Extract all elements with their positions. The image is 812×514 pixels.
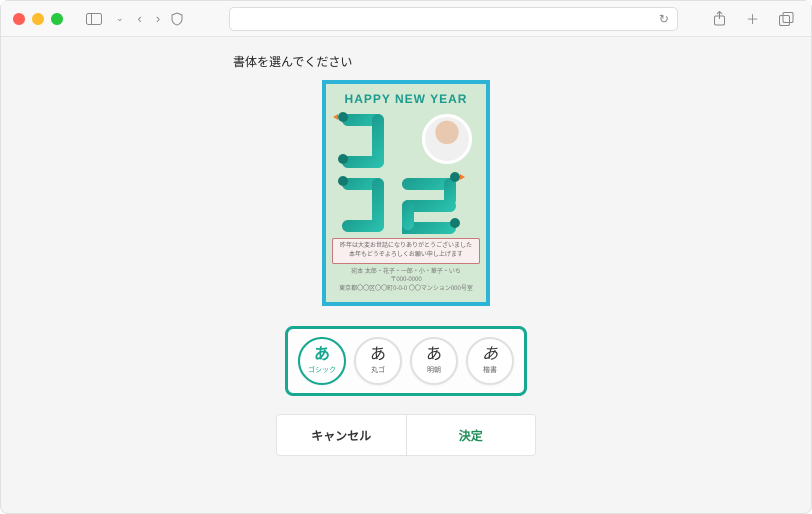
font-label: 丸ゴ (371, 365, 385, 375)
reload-icon[interactable]: ↻ (659, 12, 669, 26)
cancel-button[interactable]: キャンセル (277, 415, 406, 455)
card-photo-placeholder (422, 114, 472, 164)
font-label: ゴシック (308, 365, 336, 375)
page-content: 書体を選んでください HAPPY NEW YEAR 昨年は大変お世話になりありが… (1, 37, 811, 513)
url-bar[interactable]: ↻ (229, 7, 678, 31)
font-label: 楷書 (483, 365, 497, 375)
toolbar-left: ⌄ ‹ › (81, 9, 165, 28)
new-tab-icon[interactable]: ＋ (741, 7, 764, 30)
window-controls (13, 13, 63, 25)
browser-window: ⌄ ‹ › ↻ ＋ 書体を選んでください HAPPY NEW YEAR (0, 0, 812, 514)
card-message-line2: 本年もどうぞよろしくお願い申し上げます (335, 251, 477, 260)
font-glyph: あ (426, 347, 442, 363)
card-message-line1: 昨年は大変お世話になりありがとうございました (335, 242, 477, 251)
dropdown-chevron-icon[interactable]: ⌄ (111, 11, 129, 26)
sidebar-toggle-icon[interactable] (81, 11, 107, 27)
close-window-button[interactable] (13, 13, 25, 25)
minimize-window-button[interactable] (32, 13, 44, 25)
font-label: 明朝 (427, 365, 441, 375)
card-addr-line2: 〒000-0000 (339, 276, 473, 284)
font-option-marugo[interactable]: あ 丸ゴ (354, 337, 402, 385)
font-option-gothic[interactable]: あ ゴシック (298, 337, 346, 385)
font-option-kaisho[interactable]: あ 楷書 (466, 337, 514, 385)
titlebar: ⌄ ‹ › ↻ ＋ (1, 1, 811, 37)
card-title: HAPPY NEW YEAR (345, 92, 468, 106)
action-buttons: キャンセル 決定 (276, 414, 536, 456)
confirm-button[interactable]: 決定 (406, 415, 536, 455)
card-preview: HAPPY NEW YEAR 昨年は大変お世話になりありがとうございました 本年… (322, 80, 490, 306)
font-glyph: あ (314, 347, 330, 363)
toolbar-right: ＋ (708, 7, 799, 30)
instruction-text: 書体を選んでください (231, 53, 581, 70)
share-icon[interactable] (708, 9, 731, 28)
zoom-window-button[interactable] (51, 13, 63, 25)
forward-button[interactable]: › (151, 9, 165, 28)
font-option-mincho[interactable]: あ 明朝 (410, 337, 458, 385)
tabs-icon[interactable] (774, 10, 799, 28)
font-glyph: あ (482, 347, 498, 363)
card-address: 宛本 太郎・花子・一郎・小・華子・いち 〒000-0000 東京都〇〇区〇〇町0… (339, 268, 473, 293)
font-picker: あ ゴシック あ 丸ゴ あ 明朝 あ 楷書 (285, 326, 527, 396)
card-addr-line1: 宛本 太郎・花子・一郎・小・華子・いち (339, 268, 473, 276)
card-addr-line3: 東京都〇〇区〇〇町0-0-0 〇〇マンション000号室 (339, 285, 473, 293)
font-glyph: あ (370, 347, 386, 363)
shield-icon[interactable] (165, 10, 189, 28)
back-button[interactable]: ‹ (133, 9, 147, 28)
card-artwork (332, 108, 480, 238)
card-message: 昨年は大変お世話になりありがとうございました 本年もどうぞよろしくお願い申し上げ… (332, 238, 480, 264)
